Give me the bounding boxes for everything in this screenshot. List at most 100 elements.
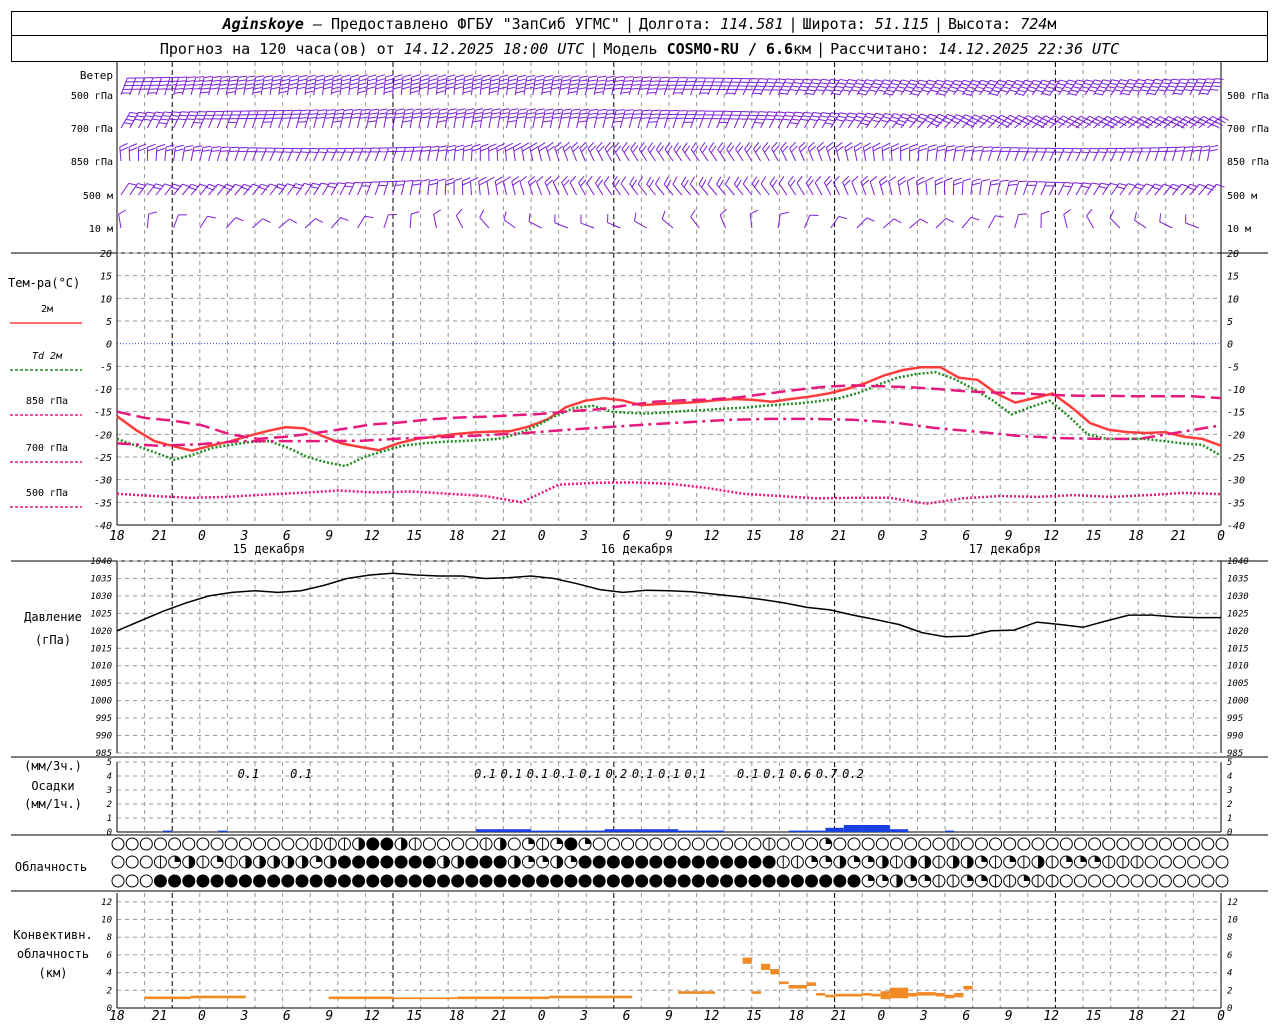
- wind-barb-feather: [746, 145, 753, 153]
- cloud-symbol: [720, 837, 734, 851]
- wind-barb-feather: [151, 118, 161, 121]
- pressure-ytick-left: 990: [96, 732, 112, 742]
- wind-barb-staff: [444, 180, 447, 196]
- cloud-symbol: [875, 855, 889, 869]
- wind-barb: [225, 110, 242, 129]
- cloud-symbol: [253, 837, 267, 851]
- wind-barb-feather: [1196, 81, 1205, 84]
- wind-barb-feather: [1109, 182, 1119, 186]
- wind-barb-feather: [802, 115, 811, 118]
- wind-barb-staff: [690, 149, 700, 162]
- wind-barb-staff: [796, 182, 805, 196]
- wind-barb-feather: [710, 145, 717, 154]
- wind-barb-staff: [872, 147, 876, 162]
- wind-barb: [519, 176, 528, 196]
- wind-barb-feather: [455, 148, 464, 152]
- precip-3h-label: 0.6: [790, 767, 812, 781]
- wind-barb: [199, 215, 216, 229]
- precip-ytick-right: 1: [1227, 814, 1232, 824]
- precip-ytick-right: 5: [1227, 758, 1232, 768]
- wind-barb-feather: [324, 74, 334, 78]
- wind-barb-feather: [649, 117, 659, 119]
- conv-bar: [779, 981, 789, 985]
- wind-barb-staff: [961, 216, 972, 229]
- cloud-symbol: [960, 855, 974, 869]
- wind-barb: [719, 208, 727, 229]
- wind-barb: [146, 143, 156, 162]
- wind-barb-feather: [1071, 151, 1081, 154]
- wind-barb-feather: [1111, 79, 1121, 82]
- cloud-symbol: [337, 874, 351, 888]
- wind-barb-staff: [760, 111, 769, 129]
- wind-barb-feather: [690, 142, 697, 150]
- wind-barb-staff: [634, 220, 647, 229]
- cloud-symbol: [380, 874, 394, 888]
- wind-barb-feather: [377, 112, 387, 115]
- wind-barb-feather: [156, 144, 166, 148]
- wind-barb-feather: [307, 117, 317, 119]
- wind-barb: [128, 143, 138, 162]
- cloud-fill-quarter: [825, 838, 832, 844]
- cloud-symbol: [550, 855, 564, 869]
- temp-ytick-right: -25: [1227, 453, 1245, 464]
- wind-barb-feather: [289, 74, 299, 78]
- cloud-circle: [210, 837, 224, 851]
- pressure-ytick-left: 1025: [90, 609, 112, 619]
- wind-barb-staff: [155, 146, 158, 162]
- wind-barb: [751, 176, 762, 196]
- wind-barb-staff: [637, 183, 648, 196]
- wind-barb: [634, 212, 647, 229]
- wind-barb-feather: [335, 151, 345, 154]
- wind-barb-feather: [572, 145, 580, 153]
- wind-barb-feather: [508, 116, 517, 119]
- cloud-circle: [904, 837, 918, 851]
- cloud-fill-half: [910, 856, 917, 868]
- conv-bar: [485, 996, 550, 1000]
- wind-barb-feather: [809, 118, 818, 122]
- cloud-title: Облачность: [15, 860, 87, 874]
- cloud-symbol: [1215, 837, 1229, 851]
- wind-barb-feather: [411, 116, 421, 119]
- pressure-ytick-right: 1005: [1227, 679, 1249, 689]
- wind-barb-staff: [486, 181, 490, 196]
- wind-barb-feather: [350, 78, 359, 82]
- cloud-fill-half: [273, 856, 280, 868]
- wind-barb-feather: [472, 82, 481, 86]
- wind-barb-feather: [629, 176, 635, 185]
- wind-barb-feather: [164, 111, 173, 114]
- cloud-symbol: [451, 874, 465, 888]
- cloud-symbol: [578, 837, 592, 851]
- wind-barb-feather: [974, 146, 983, 148]
- wind-barb-staff: [1198, 147, 1202, 162]
- wind-barb-feather: [419, 82, 429, 86]
- wind-barb-feather: [543, 82, 552, 86]
- temp-title: Тем-ра(°C): [8, 276, 80, 290]
- wind-barb-feather: [831, 112, 840, 115]
- wind-barb-feather: [893, 218, 902, 224]
- wind-barb: [830, 216, 848, 229]
- cloud-symbol: [281, 874, 295, 888]
- wind-barb-feather: [161, 76, 170, 79]
- wind-barb-staff: [807, 147, 814, 162]
- cloud-fill-full: [593, 856, 606, 868]
- wind-barb-feather: [587, 141, 595, 149]
- cloud-symbol: [592, 837, 606, 851]
- cloud-symbol: [578, 874, 592, 888]
- wind-barb-feather: [456, 112, 465, 115]
- wind-barb: [1093, 182, 1110, 196]
- wind-barb-feather: [649, 84, 659, 86]
- wind-barb-staff: [681, 77, 689, 96]
- wind-barb-feather: [1189, 78, 1198, 81]
- wind-barb-feather: [238, 75, 247, 78]
- wind-barb-feather: [228, 79, 238, 82]
- wind-barb-feather: [819, 82, 829, 85]
- cloud-symbol: [394, 855, 408, 869]
- wind-barb-feather: [203, 79, 212, 82]
- wind-barb-staff: [427, 147, 432, 162]
- wind-barb-staff: [716, 78, 724, 96]
- wind-barb-feather: [490, 116, 500, 119]
- wind-barb-feather: [1106, 151, 1116, 153]
- wind-barb-feather: [606, 145, 613, 153]
- cloud-fill-full: [338, 875, 351, 887]
- wind-barb-feather: [630, 142, 637, 150]
